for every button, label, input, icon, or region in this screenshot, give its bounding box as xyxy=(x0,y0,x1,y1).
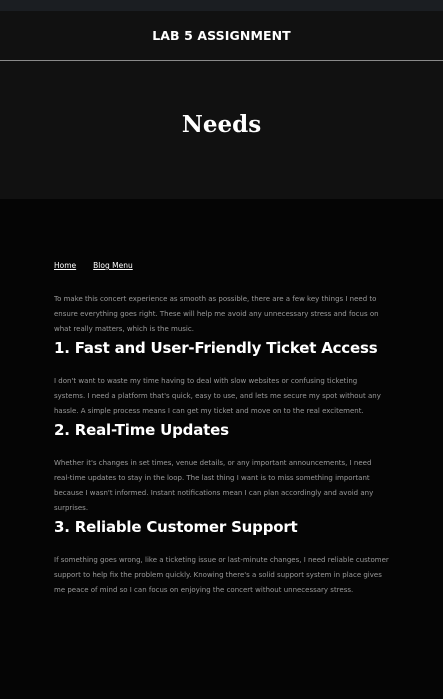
hero-banner: Needs xyxy=(0,61,443,199)
section-heading-ticket-access: 1. Fast and User-Friendly Ticket Access xyxy=(54,339,378,357)
section-heading-customer-support: 3. Reliable Customer Support xyxy=(54,518,298,536)
section-heading-real-time-updates: 2. Real-Time Updates xyxy=(54,421,229,439)
home-link[interactable]: Home xyxy=(54,261,76,270)
site-title-link[interactable]: LAB 5 ASSIGNMENT xyxy=(152,28,291,43)
main-content: Home Blog Menu To make this concert expe… xyxy=(0,199,443,699)
intro-paragraph: To make this concert experience as smoot… xyxy=(54,295,379,333)
section-text-customer-support: If something goes wrong, like a ticketin… xyxy=(54,556,389,594)
top-strip xyxy=(0,0,443,11)
blog-menu-link[interactable]: Blog Menu xyxy=(93,261,133,270)
page-title: Needs xyxy=(181,110,262,138)
section-text-ticket-access: I don't want to waste my time having to … xyxy=(54,377,381,415)
section-text-real-time-updates: Whether it's changes in set times, venue… xyxy=(54,459,374,512)
breadcrumb-nav: Home Blog Menu xyxy=(54,261,389,270)
site-header: LAB 5 ASSIGNMENT xyxy=(0,11,443,61)
